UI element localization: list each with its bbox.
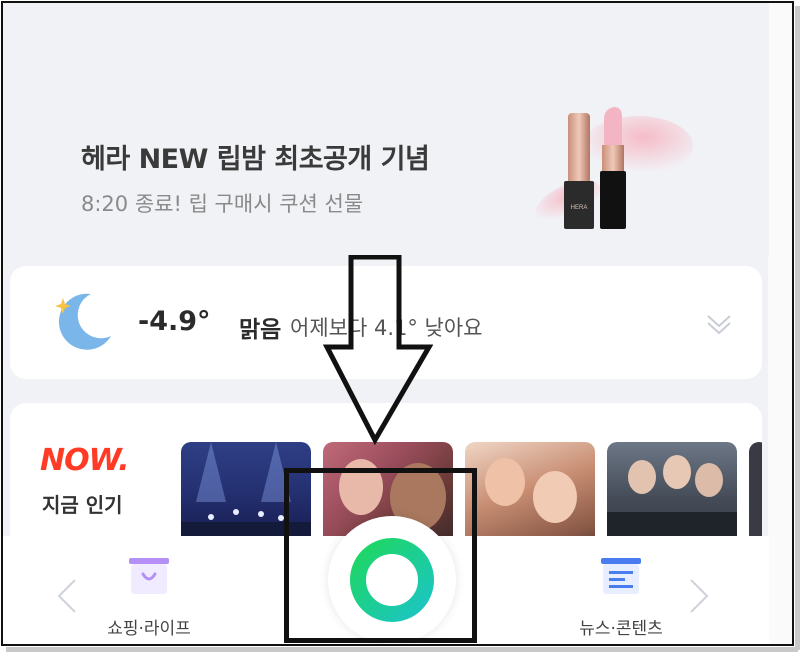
shopping-bag-icon xyxy=(129,558,169,594)
nav-news-content[interactable]: 뉴스·콘텐츠 xyxy=(546,552,696,639)
temperature: -4.9° xyxy=(138,306,211,337)
ad-title: 헤라 NEW 립밤 최초공개 기념 xyxy=(81,144,430,175)
ad-subtitle: 8:20 종료! 립 구매시 쿠션 선물 xyxy=(81,192,364,216)
now-label: 지금 인기 xyxy=(42,493,123,517)
nav-news-label: 뉴스·콘텐츠 xyxy=(579,619,663,639)
annotation-down-arrow xyxy=(323,255,433,445)
lipstick-image: HERA xyxy=(535,107,693,229)
chevron-right-icon[interactable] xyxy=(687,576,711,616)
nav-shopping-life[interactable]: 쇼핑·라이프 xyxy=(74,552,224,639)
now-logo[interactable]: NOW. xyxy=(40,443,129,478)
chevron-down-icon[interactable] xyxy=(702,306,736,340)
ad-banner[interactable]: 헤라 NEW 립밤 최초공개 기념 8:20 종료! 립 구매시 쿠션 선물 H… xyxy=(3,3,769,255)
scroll-strip xyxy=(768,3,792,644)
phone-screen: 헤라 NEW 립밤 최초공개 기념 8:20 종료! 립 구매시 쿠션 선물 H… xyxy=(1,1,794,646)
annotation-highlight-box xyxy=(284,468,477,643)
nav-shopping-label: 쇼핑·라이프 xyxy=(107,619,191,639)
lipstick-brand-text: HERA xyxy=(571,205,588,211)
news-icon xyxy=(601,558,641,594)
moon-star-icon xyxy=(55,293,111,350)
weather-condition: 맑음 xyxy=(239,317,282,343)
frame-shadow-right xyxy=(795,6,800,650)
frame-shadow-bottom xyxy=(6,647,798,652)
